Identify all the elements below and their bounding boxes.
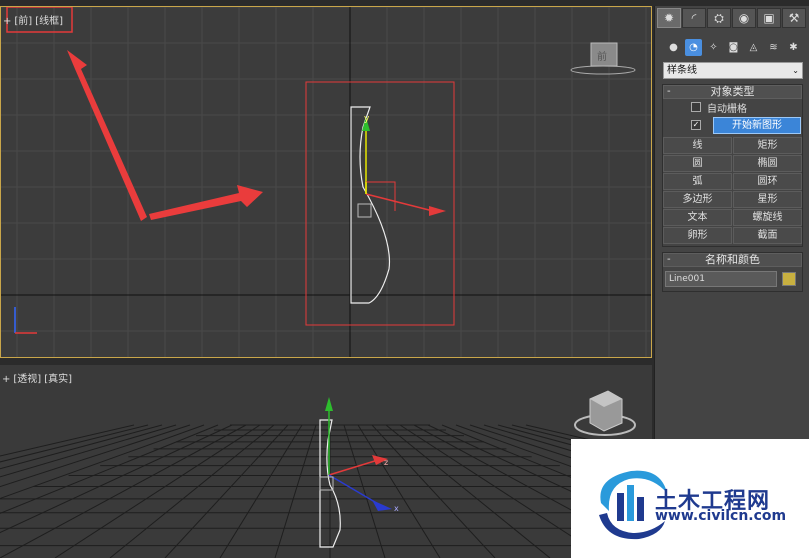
- modify-arc-icon: ◜: [691, 11, 697, 25]
- perspective-viewport[interactable]: x z + [透视] [真实]: [0, 365, 652, 558]
- perspective-viewport-canvas: x z: [0, 390, 652, 558]
- chevron-down-icon: ⌄: [792, 66, 799, 75]
- cameras-icon: ◙: [728, 41, 739, 53]
- display-tab[interactable]: ▣: [757, 8, 781, 28]
- arc-button[interactable]: 弧: [663, 173, 732, 190]
- persp-plus-menu[interactable]: +: [2, 374, 10, 385]
- text-button[interactable]: 文本: [663, 209, 732, 226]
- annotation-arrow-up: [67, 50, 147, 221]
- start-new-shape-row: ✓ 开始新图形: [663, 115, 802, 135]
- persp-pivot-square: [319, 476, 334, 491]
- auto-grid-checkbox[interactable]: [691, 102, 701, 112]
- star-button[interactable]: 星形: [733, 191, 802, 208]
- shapes-icon: ◔: [689, 41, 698, 53]
- ellipse-button[interactable]: 椭圆: [733, 155, 802, 172]
- spacewarps-icon: ≋: [769, 41, 778, 53]
- line-button[interactable]: 线: [663, 137, 732, 154]
- modify-tab[interactable]: ◜: [682, 8, 706, 28]
- viewport-shading-menu[interactable]: [线框]: [35, 16, 63, 27]
- cameras-button[interactable]: ◙: [725, 39, 742, 56]
- name-color-rollout: - 名称和颜色 Line001: [662, 252, 803, 292]
- object-color-swatch[interactable]: [782, 272, 796, 286]
- category-buttons: ● ◔ ✧ ◙ ◬ ≋ ✱: [665, 36, 805, 58]
- spline-line001: [350, 106, 391, 304]
- front-viewport-canvas: y 前: [1, 7, 651, 357]
- viewcube-front-face-label: 前: [597, 50, 607, 63]
- ngon-button[interactable]: 多边形: [663, 191, 732, 208]
- persp-z-label: z: [384, 458, 388, 467]
- front-viewport-label[interactable]: + [前] [线框]: [3, 12, 66, 27]
- lights-icon: ✧: [709, 41, 718, 53]
- watermark: 土木工程网 www.civilcn.com: [571, 439, 809, 558]
- shapes-button[interactable]: ◔: [685, 38, 702, 56]
- shape-buttons-grid: 线 矩形 圆 椭圆 弧 圆环 多边形 星形 文本 螺旋线 卵形 截面: [663, 135, 802, 246]
- gizmo-plane-handle: [366, 181, 396, 211]
- circle-button[interactable]: 圆: [663, 155, 732, 172]
- pivot-square: [357, 203, 372, 218]
- utilities-hammer-icon: ⚒: [788, 11, 800, 25]
- watermark-url: www.civilcn.com: [655, 508, 787, 524]
- name-row: Line001: [663, 267, 802, 291]
- geometry-button[interactable]: ●: [665, 39, 682, 56]
- shape-type-dropdown[interactable]: 样条线 ⌄: [663, 62, 803, 79]
- viewport-plus-menu[interactable]: +: [3, 16, 11, 27]
- motion-tab[interactable]: ◉: [732, 8, 756, 28]
- lights-button[interactable]: ✧: [705, 39, 722, 56]
- auto-grid-label: 自动栅格: [707, 103, 747, 115]
- perspective-grid: [0, 424, 652, 558]
- front-viewcube: 前: [570, 42, 636, 75]
- start-new-shape-button[interactable]: 开始新图形: [713, 116, 801, 134]
- persp-shading-menu[interactable]: [真实]: [44, 374, 72, 385]
- auto-grid-row: 自动栅格: [663, 99, 802, 115]
- systems-button[interactable]: ✱: [785, 39, 802, 56]
- motion-icon: ◉: [738, 11, 750, 25]
- rectangle-button[interactable]: 矩形: [733, 137, 802, 154]
- front-viewport[interactable]: y 前 + [前] [线框]: [0, 6, 652, 358]
- persp-viewcube: [574, 390, 636, 436]
- helpers-icon: ◬: [749, 41, 758, 53]
- persp-x-label: x: [394, 504, 399, 513]
- donut-button[interactable]: 圆环: [733, 173, 802, 190]
- systems-icon: ✱: [789, 41, 798, 53]
- collapse-minus-icon: -: [667, 86, 671, 97]
- gizmo-y-label: y: [364, 114, 370, 124]
- object-name-input[interactable]: Line001: [665, 271, 777, 287]
- dropdown-value: 样条线: [667, 65, 697, 76]
- object-type-rollout: - 对象类型 自动栅格 ✓ 开始新图形 线 矩形 圆 椭圆 弧 圆环 多边形 星…: [662, 84, 803, 247]
- geometry-sphere-icon: ●: [669, 41, 678, 53]
- start-new-shape-checkbox[interactable]: ✓: [691, 120, 701, 130]
- name-color-header[interactable]: - 名称和颜色: [663, 253, 802, 267]
- front-grid: [1, 7, 651, 357]
- gizmo-x-arrow: [429, 206, 446, 216]
- annotation-arrow-right: [149, 185, 263, 220]
- perspective-viewport-label[interactable]: + [透视] [真实]: [2, 370, 75, 385]
- section-button[interactable]: 截面: [733, 227, 802, 244]
- gizmo-x-axis: [365, 193, 434, 212]
- create-tab[interactable]: ✹: [657, 8, 681, 28]
- collapse-minus-icon: -: [667, 254, 671, 265]
- spacewarps-button[interactable]: ≋: [765, 39, 782, 56]
- display-monitor-icon: ▣: [763, 11, 775, 25]
- command-panel-tabs: ✹ ◜ ⛭ ◉ ▣ ⚒: [657, 8, 807, 30]
- viewport-view-menu[interactable]: [前]: [14, 16, 32, 27]
- helpers-button[interactable]: ◬: [745, 39, 762, 56]
- sun-create-icon: ✹: [663, 11, 675, 25]
- egg-button[interactable]: 卵形: [663, 227, 732, 244]
- object-type-header[interactable]: - 对象类型: [663, 85, 802, 99]
- selection-rectangle: [305, 81, 455, 326]
- helix-button[interactable]: 螺旋线: [733, 209, 802, 226]
- utilities-tab[interactable]: ⚒: [782, 8, 806, 28]
- persp-gizmo-x-axis: [328, 459, 379, 476]
- hierarchy-icon: ⛭: [714, 10, 724, 25]
- persp-view-menu[interactable]: [透视]: [13, 374, 41, 385]
- hierarchy-tab[interactable]: ⛭: [707, 8, 731, 28]
